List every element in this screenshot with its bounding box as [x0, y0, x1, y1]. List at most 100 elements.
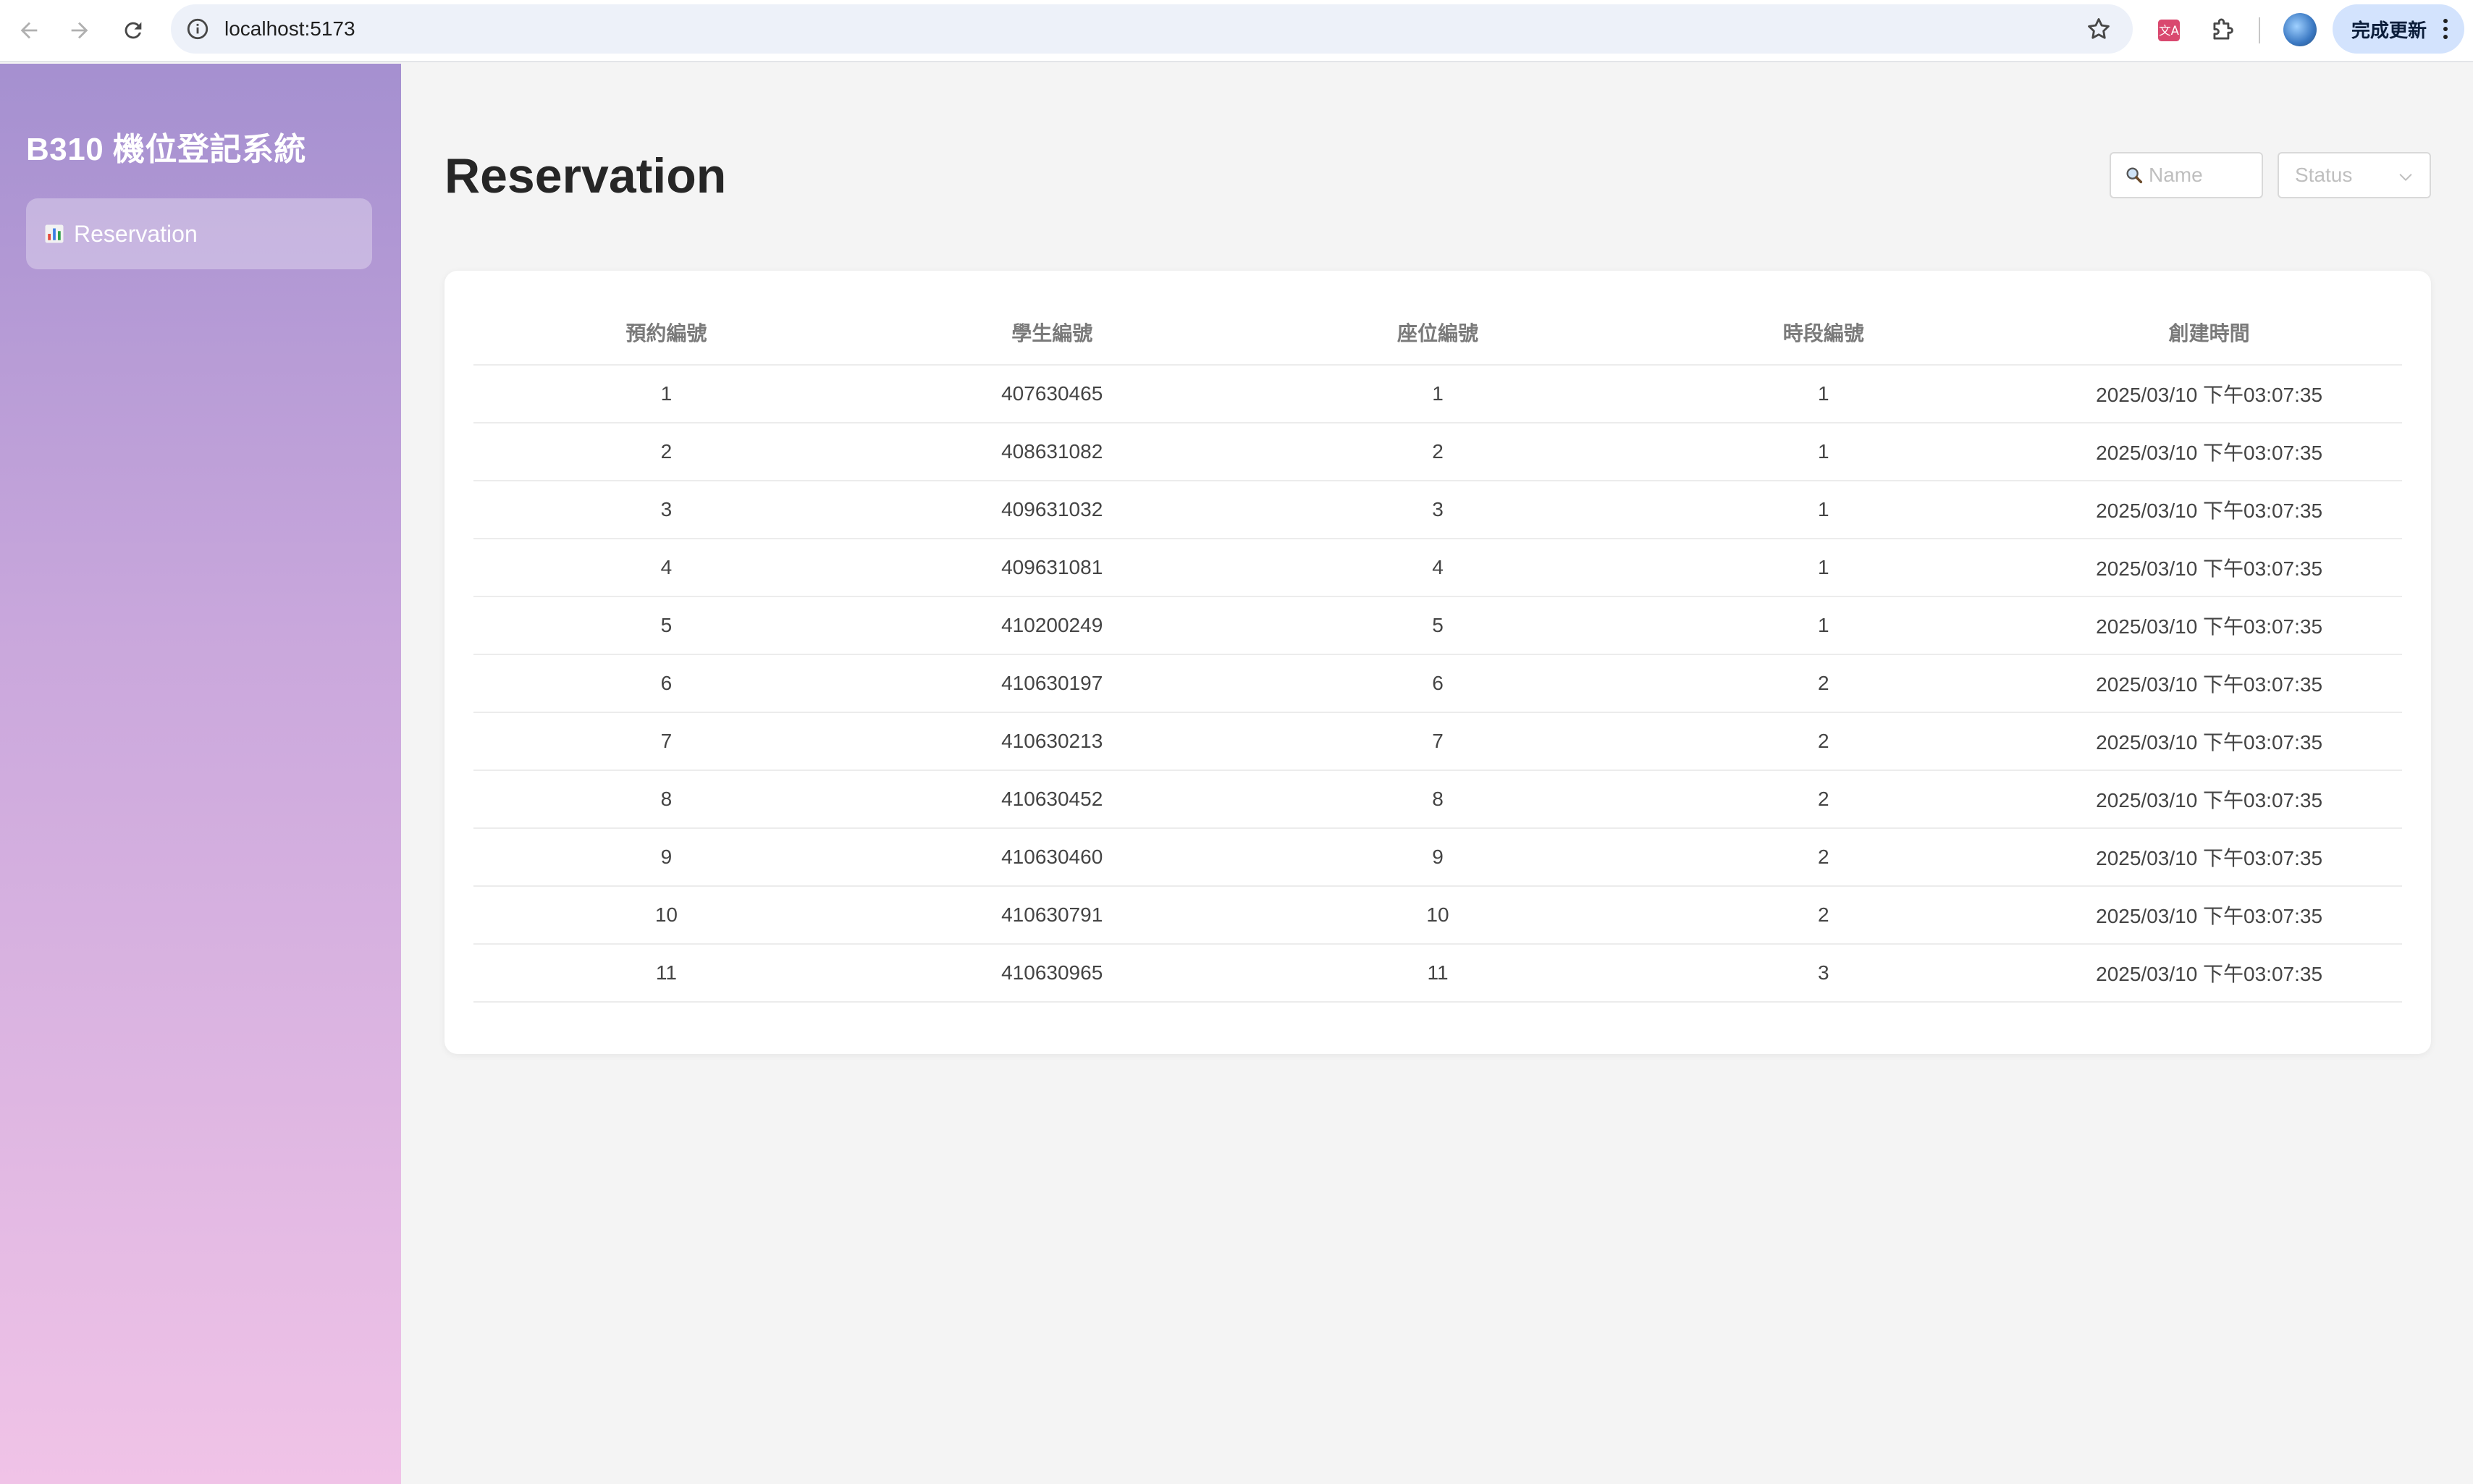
svg-text:文A: 文A [2159, 24, 2180, 38]
cell-created-at: 2025/03/10 下午03:07:35 [2016, 539, 2402, 597]
cell-student-id: 410630197 [859, 654, 1245, 713]
table-row[interactable]: 2 408631082 2 1 2025/03/10 下午03:07:35 [473, 423, 2402, 481]
column-header-created-at[interactable]: 創建時間 [2016, 292, 2402, 366]
cell-timeslot-id: 2 [1630, 770, 2017, 829]
cell-seat-id: 12 [1244, 1002, 1631, 1016]
address-bar[interactable]: localhost:5173 [171, 4, 2133, 54]
table-row[interactable]: 8 410630452 8 2 2025/03/10 下午03:07:35 [473, 770, 2402, 829]
status-select[interactable]: Status [2278, 152, 2431, 198]
table-row[interactable]: 1 407630465 1 1 2025/03/10 下午03:07:35 [473, 365, 2402, 423]
cell-seat-id: 8 [1244, 770, 1631, 829]
reservation-table-card: 預約編號 學生編號 座位編號 時段編號 創建時間 1 407630465 1 1 202… [445, 271, 2431, 1054]
cell-created-at: 2025/03/10 下午03:07:35 [2016, 596, 2402, 655]
browser-toolbar: localhost:5173 文A 完成更新 [0, 0, 2473, 62]
reload-icon[interactable] [113, 10, 153, 51]
cell-timeslot-id: 1 [1630, 481, 2017, 539]
cell-student-id: 408631082 [859, 423, 1245, 481]
cell-reservation-id: 9 [473, 828, 859, 887]
cell-created-at: 2025/03/10 下午03:07:35 [2016, 828, 2402, 887]
cell-timeslot-id: 1 [1630, 423, 2017, 481]
site-info-icon[interactable] [185, 17, 210, 41]
update-button-label: 完成更新 [2351, 19, 2427, 41]
name-search-box[interactable] [2110, 152, 2263, 198]
cell-created-at: 2025/03/10 下午03:07:35 [2016, 886, 2402, 945]
forward-arrow-icon[interactable] [59, 10, 100, 51]
update-button[interactable]: 完成更新 [2333, 4, 2464, 54]
table-row[interactable]: 6 410630197 6 2 2025/03/10 下午03:07:35 [473, 654, 2402, 713]
app-title: B310 機位登記系統 [26, 132, 306, 167]
sidebar-item-reservation[interactable]: Reservation [26, 198, 372, 269]
table-row[interactable]: 4 409631081 4 1 2025/03/10 下午03:07:35 [473, 539, 2402, 597]
cell-reservation-id: 8 [473, 770, 859, 829]
table-row[interactable]: 9 410630460 9 2 2025/03/10 下午03:07:35 [473, 828, 2402, 887]
status-select-placeholder: Status [2295, 164, 2353, 186]
cell-student-id: 410200249 [859, 596, 1245, 655]
cell-seat-id: 1 [1244, 365, 1631, 423]
cell-created-at: 2025/03/10 下午03:07:35 [2016, 423, 2402, 481]
cell-reservation-id: 10 [473, 886, 859, 945]
table-row[interactable]: 11 410630965 11 3 2025/03/10 下午03:07:35 [473, 944, 2402, 1003]
cell-seat-id: 11 [1244, 944, 1631, 1003]
table-row[interactable]: 10 410630791 10 2 2025/03/10 下午03:07:35 [473, 886, 2402, 945]
table-scroll-area[interactable]: 預約編號 學生編號 座位編號 時段編號 創建時間 1 407630465 1 1 202… [473, 292, 2402, 1016]
url-text[interactable]: localhost:5173 [224, 4, 355, 54]
cell-seat-id: 7 [1244, 712, 1631, 771]
cell-created-at: 2025/03/10 下午03:07:35 [2016, 770, 2402, 829]
cell-student-id: 410630460 [859, 828, 1245, 887]
table-row[interactable]: 5 410200249 5 1 2025/03/10 下午03:07:35 [473, 596, 2402, 655]
column-header-seat-id[interactable]: 座位編號 [1244, 292, 1631, 366]
cell-timeslot-id: 1 [1630, 365, 2017, 423]
cell-created-at: 2025/03/10 下午03:07:35 [2016, 654, 2402, 713]
sidebar-item-label: Reservation [74, 220, 198, 247]
table-row[interactable]: 3 409631032 3 1 2025/03/10 下午03:07:35 [473, 481, 2402, 539]
cell-timeslot-id: 2 [1630, 886, 2017, 945]
cell-reservation-id: 7 [473, 712, 859, 771]
more-vert-icon[interactable] [2443, 17, 2448, 41]
toolbar-divider [2259, 17, 2260, 43]
cell-student-id: 410630965 [859, 944, 1245, 1003]
cell-created-at: 2025/03/10 下午03:07:35 [2016, 944, 2402, 1003]
magnifier-icon [2126, 167, 2143, 184]
sidebar: B310 機位登記系統 Reservation [0, 64, 401, 1484]
cell-timeslot-id: 2 [1630, 654, 2017, 713]
cell-seat-id: 5 [1244, 596, 1631, 655]
cell-timeslot-id: 3 [1630, 1002, 2017, 1016]
cell-seat-id: 10 [1244, 886, 1631, 945]
cell-seat-id: 4 [1244, 539, 1631, 597]
cell-created-at: 2025/03/10 下午03:07:35 [2016, 365, 2402, 423]
page-title: Reservation [445, 148, 727, 203]
name-search-input[interactable] [2149, 164, 2257, 187]
cell-seat-id: 9 [1244, 828, 1631, 887]
bookmark-star-icon[interactable] [2085, 15, 2112, 43]
column-header-reservation-id[interactable]: 預約編號 [473, 292, 859, 366]
cell-reservation-id: 11 [473, 944, 859, 1003]
column-header-student-id[interactable]: 學生編號 [859, 292, 1245, 366]
extensions-puzzle-icon[interactable] [2205, 13, 2240, 48]
table-body: 1 407630465 1 1 2025/03/10 下午03:07:35 2 408631… [473, 365, 2402, 1016]
cell-student-id: 409631032 [859, 481, 1245, 539]
table-header-row: 預約編號 學生編號 座位編號 時段編號 創建時間 [473, 292, 2402, 366]
cell-reservation-id: 3 [473, 481, 859, 539]
cell-timeslot-id: 1 [1630, 539, 2017, 597]
cell-timeslot-id: 2 [1630, 828, 2017, 887]
cell-seat-id: 6 [1244, 654, 1631, 713]
main-content: Reservation Status 預約編號 學生編號 座位編號 時段編號 創 [401, 64, 2473, 1484]
cell-student-id: 410630791 [859, 886, 1245, 945]
cell-seat-id: 3 [1244, 481, 1631, 539]
column-header-timeslot-id[interactable]: 時段編號 [1630, 292, 2017, 366]
back-arrow-icon[interactable] [9, 10, 49, 51]
cell-student-id: 409631081 [859, 539, 1245, 597]
cell-timeslot-id: 2 [1630, 712, 2017, 771]
cell-created-at: 2025/03/10 下午03:07:35 [2016, 1002, 2402, 1016]
table-row[interactable]: 7 410630213 7 2 2025/03/10 下午03:07:35 [473, 712, 2402, 771]
cell-reservation-id: 12 [473, 1002, 859, 1016]
cell-student-id: 407630465 [859, 365, 1245, 423]
cell-reservation-id: 4 [473, 539, 859, 597]
profile-avatar[interactable] [2283, 13, 2317, 46]
translate-extension-icon[interactable]: 文A [2152, 13, 2186, 48]
cell-reservation-id: 5 [473, 596, 859, 655]
table-row[interactable]: 124106312091232025/03/10 下午03:07:35 [473, 1002, 2402, 1016]
cell-timeslot-id: 1 [1630, 596, 2017, 655]
cell-student-id: 410631209 [859, 1002, 1245, 1016]
chevron-down-icon [2399, 174, 2412, 181]
